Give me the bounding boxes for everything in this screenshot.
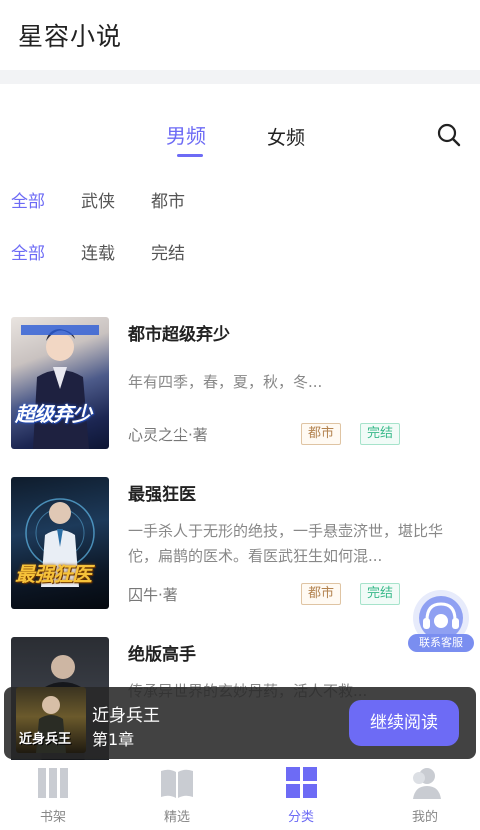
continue-book-cover: 近身兵王	[16, 687, 86, 753]
filter-status-finished[interactable]: 完结	[151, 239, 185, 264]
tab-female[interactable]: 女频	[267, 123, 305, 150]
open-book-icon	[161, 769, 193, 798]
customer-service-label: 联系客服	[408, 634, 474, 652]
book-description: 年有四季，春，夏，秋，冬...	[128, 373, 323, 391]
filter-status-all[interactable]: 全部	[11, 239, 45, 264]
filter-status-serial[interactable]: 连载	[81, 239, 115, 264]
continue-reading-bar[interactable]: 近身兵王 近身兵王 第1章 继续阅读	[4, 687, 476, 759]
book-cover: 超级弃少	[11, 317, 109, 449]
app-title: 星容小说	[18, 22, 123, 51]
tab-category[interactable]: 分类	[261, 764, 341, 828]
category-filter-row: 全部 武侠 都市	[0, 184, 480, 214]
tab-label: 书架	[39, 810, 66, 825]
book-title: 最强狂医	[128, 485, 196, 505]
tab-label: 分类	[287, 810, 314, 825]
user-icon	[413, 768, 441, 799]
tab-active-indicator	[177, 154, 203, 157]
tab-featured[interactable]: 精选	[137, 764, 217, 828]
tab-profile[interactable]: 我的	[385, 764, 465, 828]
tag-status: 完结	[360, 583, 401, 605]
filter-category-city[interactable]: 都市	[151, 187, 185, 212]
category-grid-icon	[286, 767, 317, 798]
tab-bookshelf[interactable]: 书架	[13, 764, 93, 828]
continue-book-title: 近身兵王	[92, 706, 160, 726]
book-cover-title: 超级弃少	[15, 402, 92, 426]
continue-reading-button[interactable]: 继续阅读	[349, 700, 459, 746]
book-cover-title: 最强狂医	[15, 562, 92, 586]
book-cover: 最强狂医	[11, 477, 109, 609]
search-icon[interactable]	[436, 122, 462, 148]
tag-status: 完结	[360, 423, 401, 445]
tab-label: 我的	[411, 810, 438, 825]
tab-male[interactable]: 男频	[166, 120, 206, 149]
book-item[interactable]: 超级弃少 都市超级弃少 年有四季，春，夏，秋，冬... 心灵之尘·著 都市 完结	[0, 300, 480, 450]
tag-genre: 都市	[301, 423, 342, 445]
gender-tabs: 男频 女频	[0, 112, 480, 160]
tag-genre: 都市	[301, 583, 342, 605]
book-title: 绝版高手	[128, 645, 196, 665]
status-filter-row: 全部 连载 完结	[0, 236, 480, 266]
bottom-tab-bar: 书架 精选 分类 我的	[0, 760, 480, 830]
book-description: 一手杀人于无形的绝技，一手悬壶济世，堪比华佗，扁鹊的医术。看医武狂生如何混...	[128, 522, 444, 565]
continue-cover-title: 近身兵王	[19, 732, 72, 747]
book-title: 都市超级弃少	[128, 325, 230, 345]
bookshelf-icon	[38, 768, 68, 798]
filter-category-all[interactable]: 全部	[11, 187, 45, 212]
book-author: 囚牛·著	[128, 586, 178, 604]
header-divider	[0, 70, 480, 84]
app-header: 星容小说	[0, 0, 480, 70]
customer-service-button[interactable]: 联系客服	[408, 588, 474, 654]
book-author: 心灵之尘·著	[128, 426, 208, 444]
filter-category-wuxia[interactable]: 武侠	[81, 187, 115, 212]
tab-label: 精选	[163, 810, 190, 825]
continue-chapter: 第1章	[92, 730, 135, 749]
